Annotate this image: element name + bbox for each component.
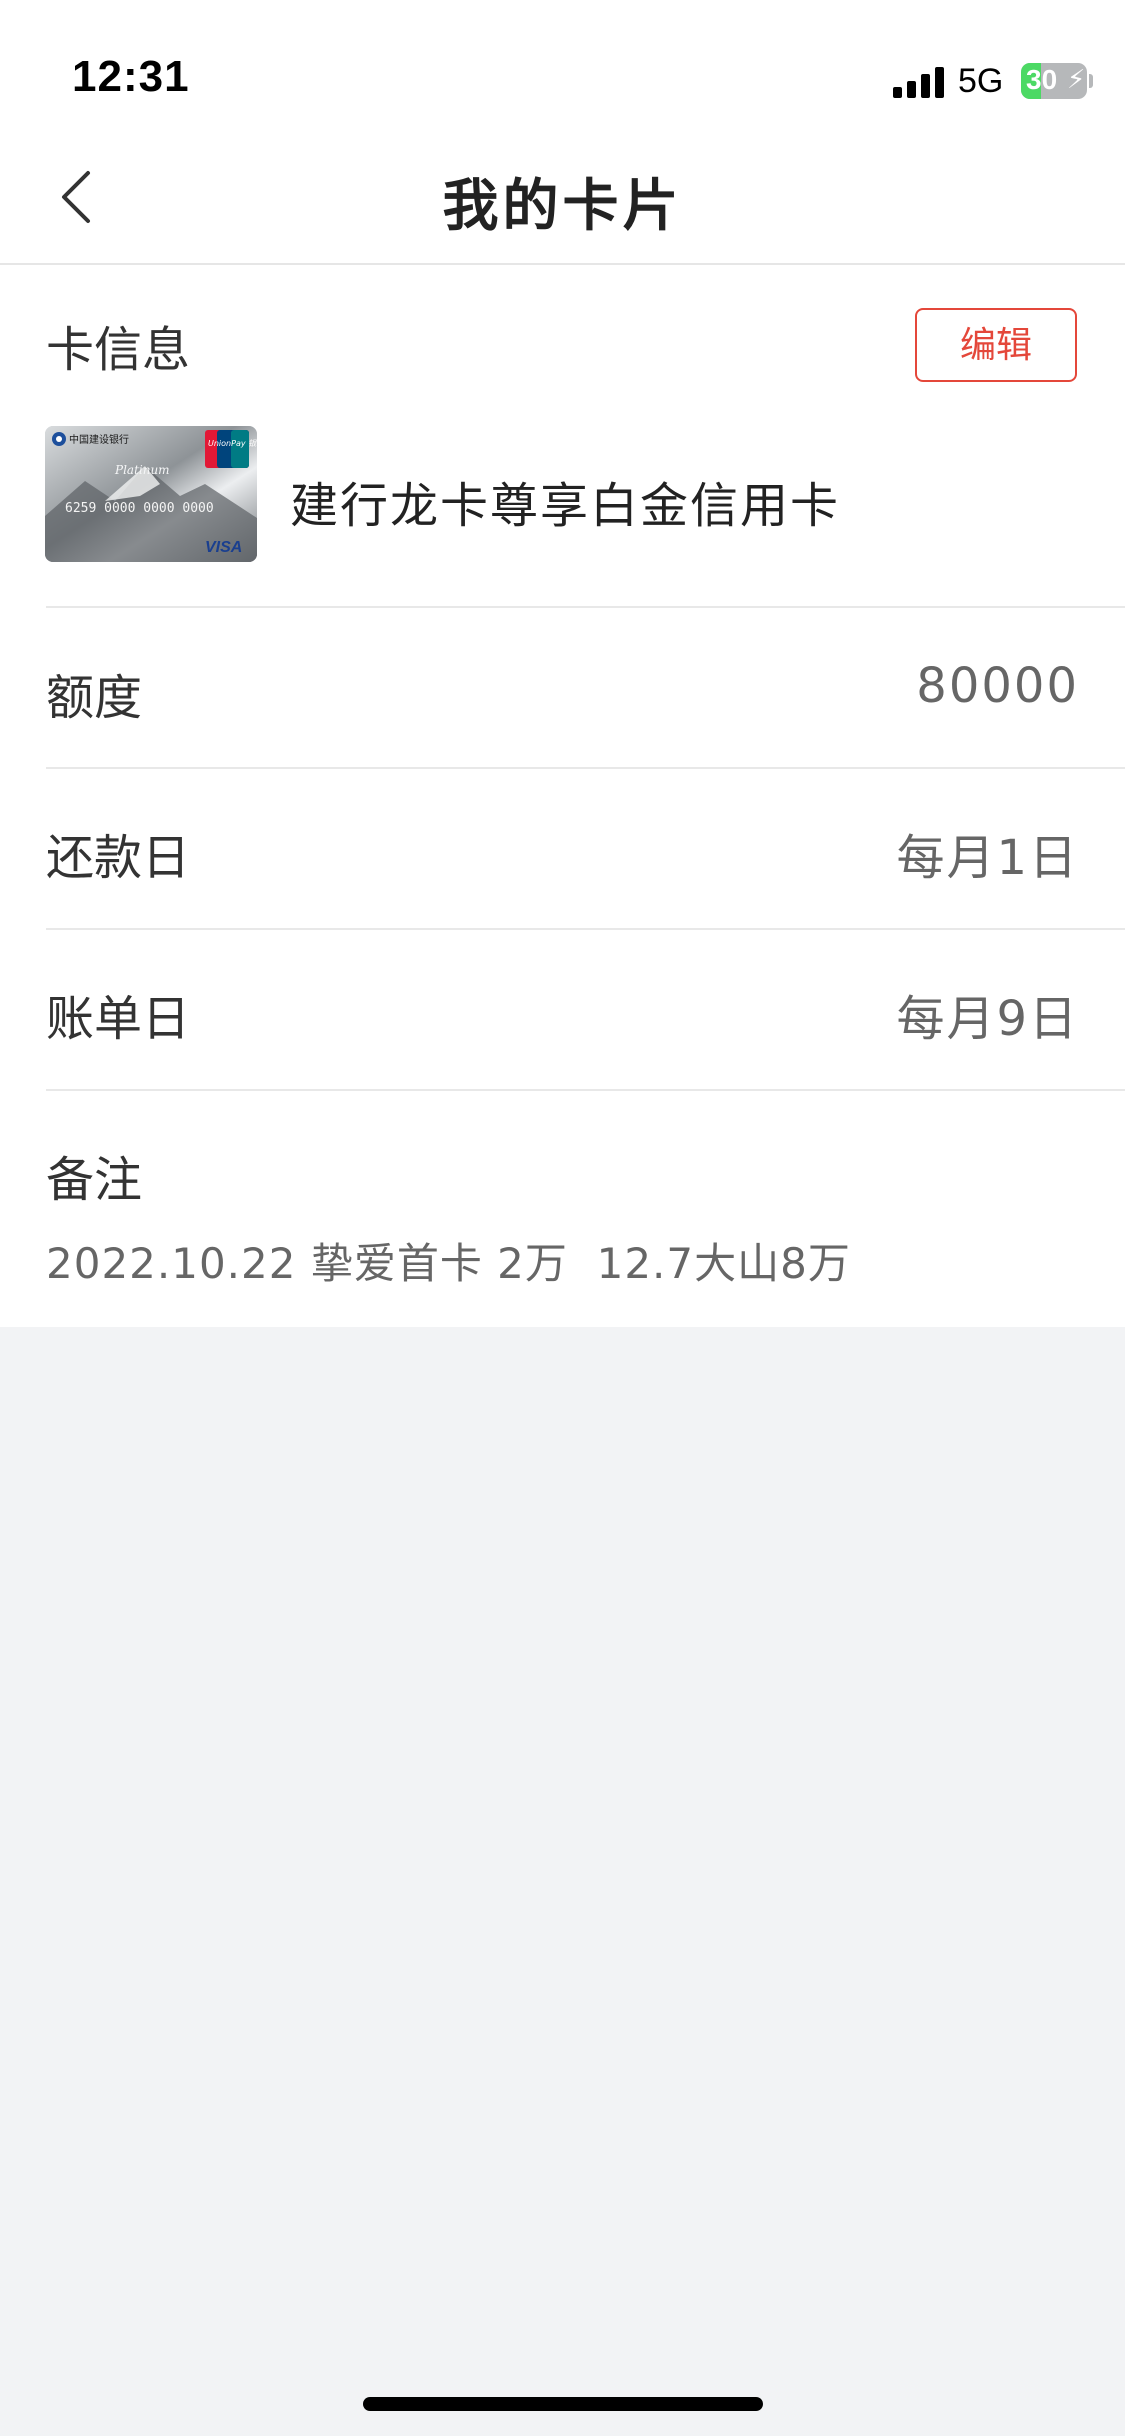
battery-tip <box>1089 74 1093 88</box>
signal-icon <box>893 66 945 98</box>
charging-bolt-icon: ⚡ <box>1067 65 1086 95</box>
divider <box>46 606 1125 608</box>
status-time: 12:31 <box>72 52 190 101</box>
page-title: 我的卡片 <box>442 174 683 239</box>
repayment-day-value: 每月1日 <box>896 830 1079 886</box>
nav-bar: 我的卡片 <box>0 135 1125 265</box>
divider <box>46 767 1125 769</box>
card-name: 建行龙卡尊享白金信用卡 <box>290 478 841 534</box>
limit-label: 额度 <box>46 670 143 726</box>
limit-value: 80000 <box>916 658 1079 714</box>
divider <box>46 928 1125 930</box>
card-bank-name: 中国建设银行 <box>69 433 129 446</box>
card-info-header: 卡信息 <box>46 322 191 378</box>
edit-button[interactable]: 编辑 <box>915 308 1077 382</box>
screen: 12:31 5G 30 ⚡ 我的卡片 卡信息 编辑 中国建设银行 UnionPa… <box>0 0 1125 2436</box>
divider <box>46 1089 1125 1091</box>
statement-day-label: 账单日 <box>46 991 191 1047</box>
card-number: 6259 0000 0000 0000 <box>65 501 214 516</box>
home-indicator <box>363 2397 763 2411</box>
network-label: 5G <box>958 62 1004 100</box>
card-network-logo: UnionPay 银联 <box>208 439 257 448</box>
status-bar: 12:31 5G 30 ⚡ <box>0 0 1125 135</box>
statement-day-value: 每月9日 <box>896 991 1079 1047</box>
repayment-day-label: 还款日 <box>46 830 191 886</box>
card-tier: Platinum <box>114 463 170 477</box>
battery-level: 30 <box>1026 64 1058 95</box>
note-text: 2022.10.22 挚爱首卡 2万 12.7大山8万 <box>46 1239 851 1288</box>
card-image: 中国建设银行 UnionPay 银联 Platinum 6259 0000 00… <box>45 426 257 562</box>
battery-icon: 30 ⚡ <box>1021 63 1087 99</box>
visa-logo: VISA <box>205 539 242 556</box>
note-label: 备注 <box>46 1152 143 1208</box>
